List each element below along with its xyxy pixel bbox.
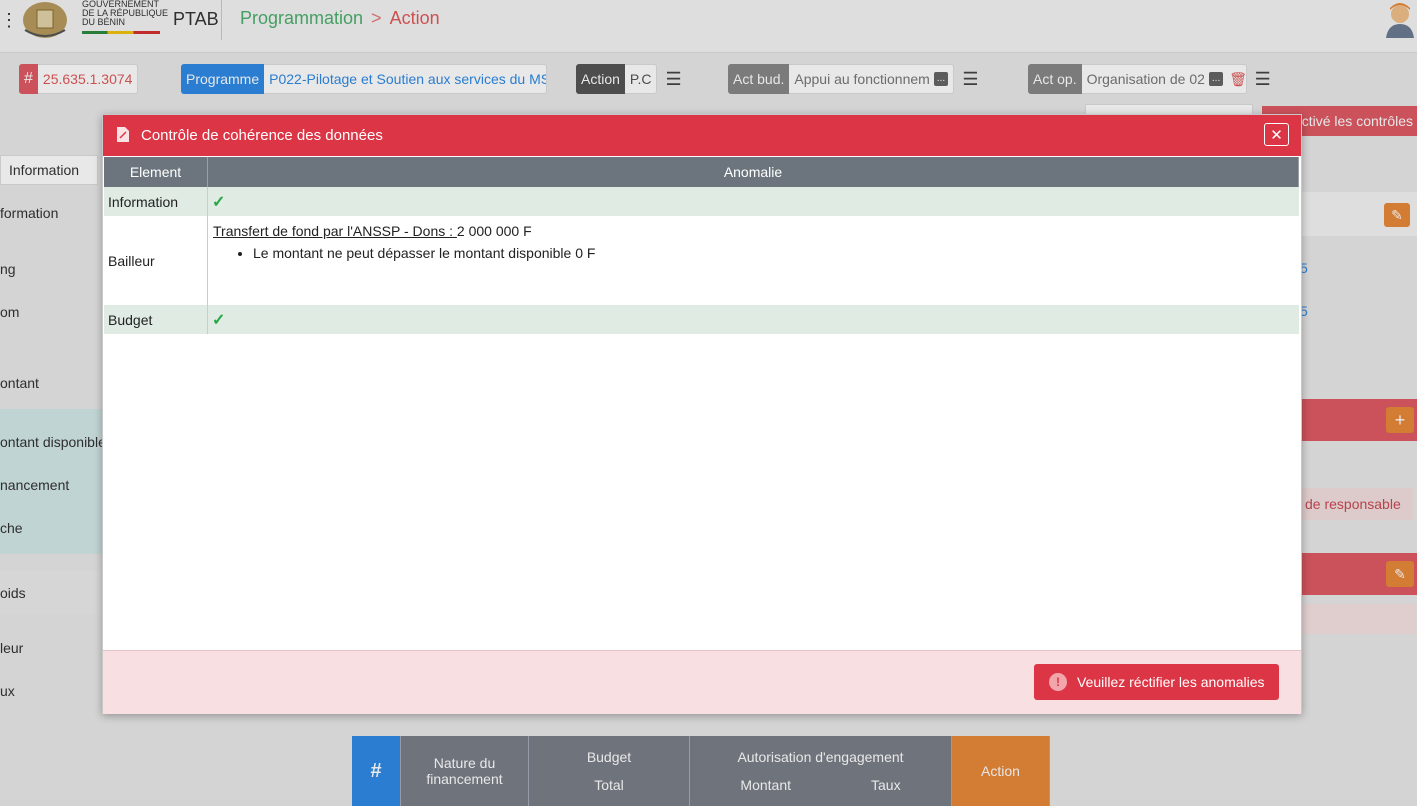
modal-title: Contrôle de cohérence des données <box>141 127 383 144</box>
close-button[interactable]: ✕ <box>1264 123 1289 146</box>
check-icon: ✓ <box>212 311 226 329</box>
table-row: Information ✓ <box>104 187 1299 216</box>
element-bailleur: Bailleur <box>104 216 208 305</box>
column-anomalie: Anomalie <box>207 157 1299 187</box>
anomaly-title: Transfert de fond par l'ANSSP - Dons : 2… <box>213 223 532 239</box>
anomalies-table: Element Anomalie Information ✓ Bailleur … <box>104 157 1299 334</box>
alert-icon: ! <box>1049 673 1067 691</box>
document-icon <box>117 127 129 142</box>
table-row: Budget ✓ <box>104 305 1299 334</box>
check-icon: ✓ <box>212 193 226 211</box>
coherence-check-modal: Contrôle de cohérence des données ✕ Elem… <box>102 114 1302 714</box>
column-element: Element <box>104 157 208 187</box>
modal-footer: ! Veuillez réctifier les anomalies <box>103 650 1301 714</box>
anomaly-list: Le montant ne peut dépasser le montant d… <box>213 245 1295 261</box>
element-budget: Budget <box>104 305 208 334</box>
fix-anomalies-button[interactable]: ! Veuillez réctifier les anomalies <box>1034 664 1279 700</box>
fix-anomalies-label: Veuillez réctifier les anomalies <box>1077 674 1265 690</box>
table-row: Bailleur Transfert de fond par l'ANSSP -… <box>104 216 1299 305</box>
table-header-row: Element Anomalie <box>104 157 1299 187</box>
element-information: Information <box>104 187 208 216</box>
modal-header: Contrôle de cohérence des données ✕ <box>103 115 1301 156</box>
close-icon: ✕ <box>1270 126 1283 144</box>
anomaly-detail: Le montant ne peut dépasser le montant d… <box>253 245 1295 261</box>
